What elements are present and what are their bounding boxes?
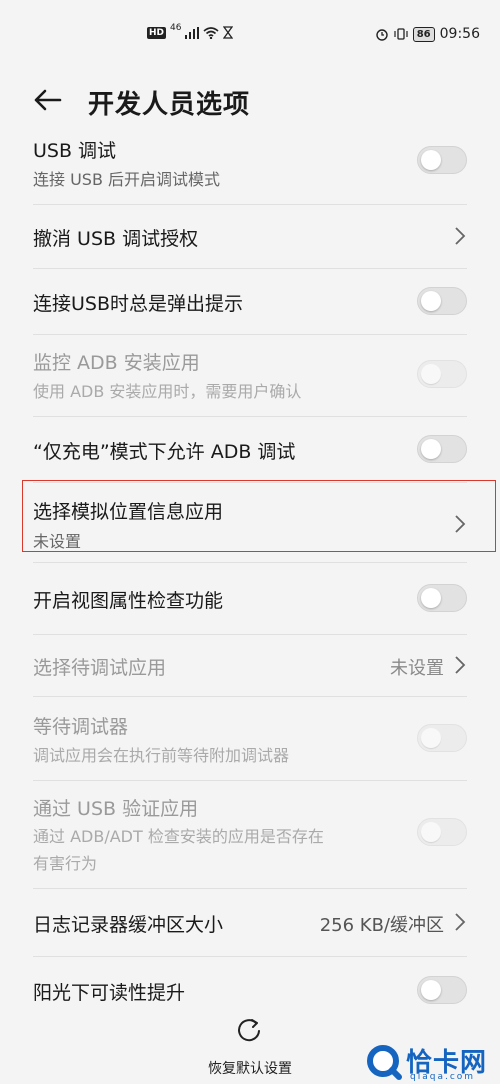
- setting-value: 未设置: [390, 658, 444, 679]
- wifi-icon: [203, 26, 219, 39]
- chevron-right-icon: [453, 655, 467, 675]
- charge-only-adb-toggle[interactable]: [417, 435, 467, 463]
- view-attribute-toggle[interactable]: [417, 584, 467, 612]
- usb-prompt-toggle[interactable]: [417, 287, 467, 315]
- highlight-annotation: [22, 480, 496, 552]
- setting-title: 选择待调试应用: [33, 657, 167, 679]
- battery-indicator: 86: [412, 26, 435, 42]
- watermark-logo-icon: [367, 1045, 402, 1080]
- setting-subtitle: 调试应用会在执行前等待附加调试器: [33, 746, 290, 765]
- setting-charge-only-adb[interactable]: “仅充电”模式下允许 ADB 调试: [0, 416, 500, 482]
- network-type: 46: [170, 22, 182, 33]
- reset-defaults-label: 恢复默认设置: [208, 1061, 292, 1077]
- setting-logger-buffer-size[interactable]: 日志记录器缓冲区大小 256 KB/缓冲区: [0, 888, 500, 956]
- signal-icon: [185, 26, 200, 39]
- status-bar: HD 46 86 09:56: [0, 0, 500, 72]
- setting-monitor-adb-install[interactable]: 监控 ADB 安装应用 使用 ADB 安装应用时，需要用户确认: [0, 334, 500, 416]
- setting-title: USB 调试: [33, 140, 117, 162]
- setting-title: 撤消 USB 调试授权: [33, 228, 199, 250]
- status-right: 86 09:56: [375, 26, 480, 42]
- setting-value: 256 KB/缓冲区: [319, 915, 444, 936]
- setting-debug-app[interactable]: 选择待调试应用 未设置: [0, 634, 500, 696]
- setting-subtitle: 连接 USB 后开启调试模式: [33, 170, 221, 189]
- setting-title: 阳光下可读性提升: [33, 982, 186, 1004]
- header: 开发人员选项: [0, 72, 500, 130]
- setting-title: 等待调试器: [33, 716, 129, 738]
- setting-view-attribute-inspection[interactable]: 开启视图属性检查功能: [0, 562, 500, 634]
- wait-debugger-toggle[interactable]: [417, 724, 467, 752]
- setting-title: 监控 ADB 安装应用: [33, 352, 200, 374]
- chevron-right-icon: [453, 226, 467, 246]
- setting-sunlight-readability[interactable]: 阳光下可读性提升: [0, 956, 500, 1004]
- setting-title: “仅充电”模式下允许 ADB 调试: [33, 441, 296, 463]
- setting-revoke-usb-auth[interactable]: 撤消 USB 调试授权: [0, 204, 500, 268]
- page-title: 开发人员选项: [88, 90, 251, 120]
- setting-title: 日志记录器缓冲区大小: [33, 914, 224, 936]
- status-left: HD 46: [147, 22, 234, 39]
- setting-usb-prompt[interactable]: 连接USB时总是弹出提示: [0, 268, 500, 334]
- vibrate-icon: [394, 28, 408, 40]
- setting-subtitle: 使用 ADB 安装应用时，需要用户确认: [33, 382, 302, 401]
- setting-title: 连接USB时总是弹出提示: [33, 293, 244, 315]
- watermark: 恰卡网 qiaqa.com: [360, 1040, 500, 1084]
- hourglass-icon: [223, 26, 234, 39]
- setting-usb-debugging[interactable]: USB 调试 连接 USB 后开启调试模式: [0, 130, 500, 204]
- setting-subtitle-line-1: 通过 ADB/ADT 检查安装的应用是否存在: [33, 827, 324, 846]
- clock: 09:56: [439, 26, 480, 42]
- verify-apps-toggle[interactable]: [417, 818, 467, 846]
- setting-title: 开启视图属性检查功能: [33, 590, 224, 612]
- hd-badge: HD: [147, 26, 167, 39]
- watermark-sub: qiaqa.com: [410, 1072, 476, 1082]
- sunlight-readability-toggle[interactable]: [417, 976, 467, 1004]
- refresh-icon: [238, 1019, 260, 1042]
- reset-defaults-button[interactable]: 恢复默认设置: [190, 1016, 310, 1078]
- monitor-adb-toggle[interactable]: [417, 360, 467, 388]
- chevron-right-icon: [453, 912, 467, 932]
- setting-wait-for-debugger[interactable]: 等待调试器 调试应用会在执行前等待附加调试器: [0, 696, 500, 780]
- setting-verify-apps-usb[interactable]: 通过 USB 验证应用 通过 ADB/ADT 检查安装的应用是否存在 有害行为: [0, 780, 500, 888]
- usb-debugging-toggle[interactable]: [417, 146, 467, 174]
- back-button[interactable]: [30, 82, 66, 118]
- setting-subtitle-line-2: 有害行为: [33, 854, 98, 873]
- alarm-icon: [376, 29, 388, 41]
- arrow-left-icon: [34, 89, 62, 111]
- setting-title: 通过 USB 验证应用: [33, 798, 199, 820]
